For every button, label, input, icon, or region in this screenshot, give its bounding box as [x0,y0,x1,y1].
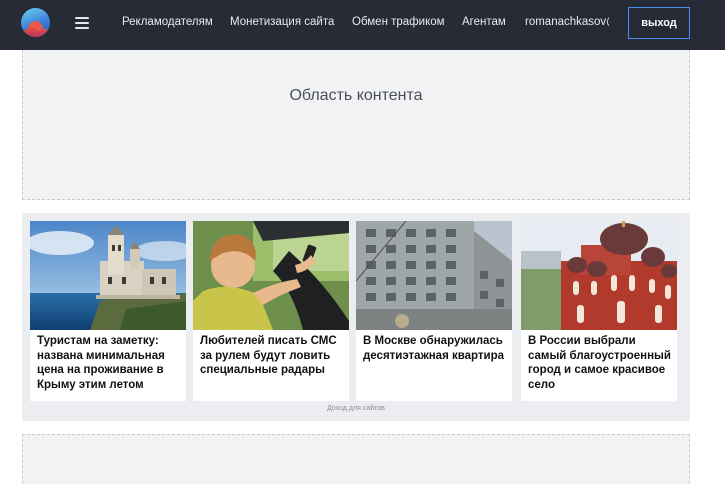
content-area-label: Область контента [289,87,423,104]
news-card-title: В Москве обнаружилась десятиэтажная квар… [363,335,505,362]
news-feed-widget: Туристам на заметку: названа минимальная… [22,213,690,421]
news-image-building [356,221,512,330]
income-for-sites-label[interactable]: Доход для сайтов [22,405,690,412]
menu-icon[interactable] [75,15,89,29]
nav-traffic-exchange[interactable]: Обмен трафиком [352,16,445,28]
logo-icon[interactable] [21,8,50,37]
nav-advertisers[interactable]: Рекламодателям [122,16,213,28]
news-card-title: В России выбрали самый благоустроенный г… [528,335,671,391]
logout-button[interactable]: выход [628,7,690,39]
content-area-placeholder-2 [22,434,690,484]
news-card[interactable]: В Москве обнаружилась десятиэтажная квар… [356,221,512,401]
news-image-driver [193,221,349,330]
content-area-placeholder: Область контента [22,50,690,200]
news-card[interactable]: Туристам на заметку: названа минимальная… [30,221,186,401]
news-image-church [521,221,677,330]
news-card[interactable]: В России выбрали самый благоустроенный г… [521,221,677,401]
nav-agents[interactable]: Агентам [462,16,506,28]
user-account-link[interactable]: romanachkasov@ [525,16,609,28]
nav-site-monetization[interactable]: Монетизация сайта [230,16,334,28]
news-card[interactable]: Любителей писать СМС за рулем будут лови… [193,221,349,401]
news-card-title: Туристам на заметку: названа минимальная… [37,335,165,391]
top-navigation-bar: Рекламодателям Монетизация сайта Обмен т… [0,0,725,50]
news-card-title: Любителей писать СМС за рулем будут лови… [200,335,337,376]
news-image-castle [30,221,186,330]
